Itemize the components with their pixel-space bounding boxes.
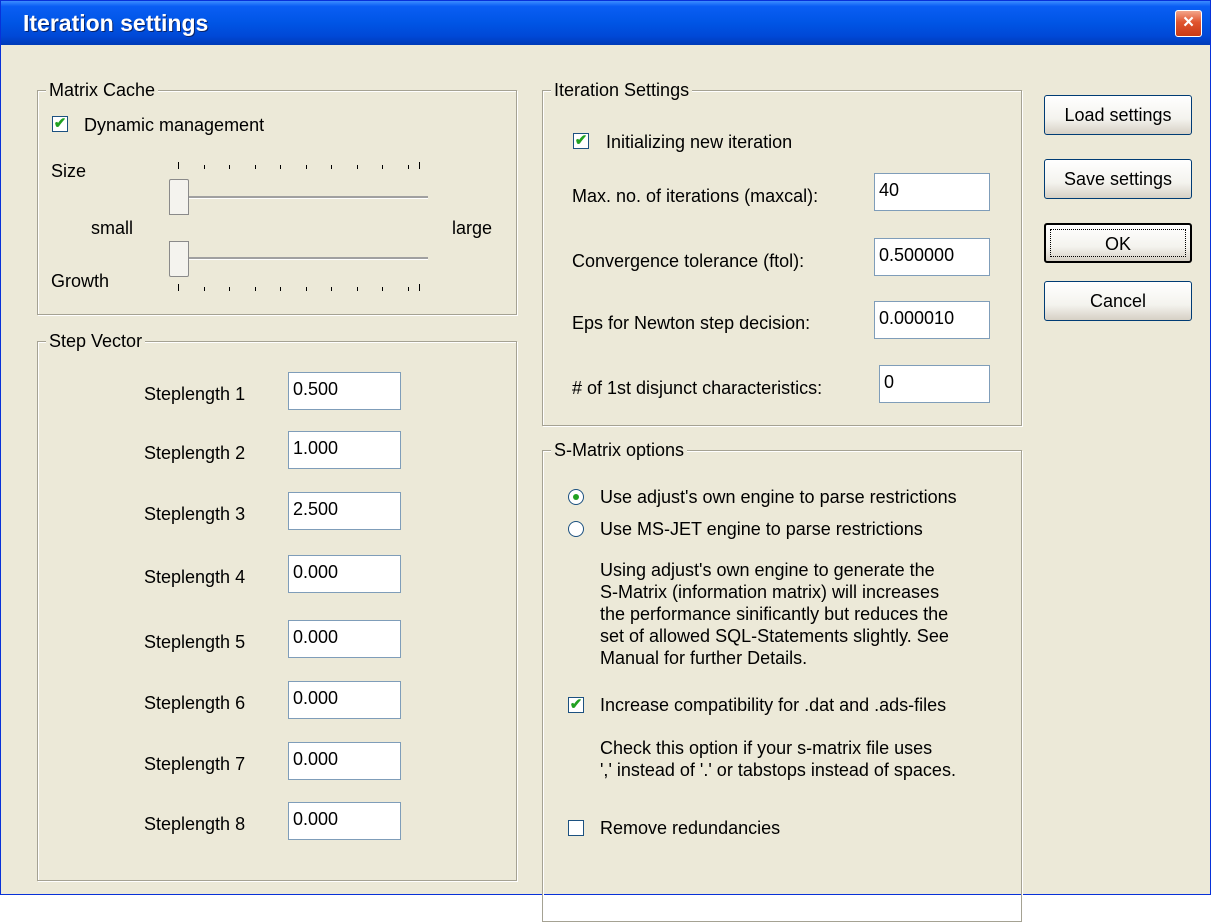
description-line: Using adjust's own engine to generate th… <box>600 560 935 580</box>
save-settings-button[interactable]: Save settings <box>1044 159 1192 199</box>
steplength-label: Steplength 1 <box>144 384 246 404</box>
steplength-label: Steplength 3 <box>144 504 246 524</box>
description-line: Check this option if your s-matrix file … <box>600 738 933 758</box>
growth-slider-track[interactable] <box>178 257 428 260</box>
title-bar[interactable]: Iteration settings × <box>1 1 1210 45</box>
steplength-input[interactable]: 0.500 <box>288 372 401 410</box>
own-engine-radio[interactable] <box>568 489 584 505</box>
size-label: Size <box>51 161 87 181</box>
load-settings-button[interactable]: Load settings <box>1044 95 1192 135</box>
remove-redundancies-label[interactable]: Remove redundancies <box>600 818 780 839</box>
steplength-label: Steplength 8 <box>144 814 246 834</box>
maxcal-input[interactable]: 40 <box>874 173 990 211</box>
msjet-engine-label[interactable]: Use MS-JET engine to parse restrictions <box>600 519 923 540</box>
initializing-label[interactable]: Initializing new iteration <box>606 132 792 153</box>
ftol-input[interactable]: 0.500000 <box>874 238 990 276</box>
focus-rect <box>1050 229 1186 257</box>
initializing-checkbox[interactable]: ✔ <box>573 132 589 149</box>
check-icon: ✔ <box>574 132 588 149</box>
msjet-engine-radio[interactable] <box>568 521 584 537</box>
description-line: S-Matrix (information matrix) will incre… <box>600 582 940 602</box>
dynamic-management-label[interactable]: Dynamic management <box>84 115 264 136</box>
matrix-cache-legend: Matrix Cache <box>46 79 159 101</box>
steplength-input[interactable]: 2.500 <box>288 492 401 530</box>
check-icon: ✔ <box>53 115 67 132</box>
size-slider-track[interactable] <box>178 196 428 199</box>
description-line: set of allowed SQL-Statements slightly. … <box>600 626 949 646</box>
steplength-input[interactable]: 0.000 <box>288 742 401 780</box>
steplength-label: Steplength 5 <box>144 632 246 652</box>
steplength-label: Steplength 6 <box>144 693 246 713</box>
steplength-input[interactable]: 0.000 <box>288 555 401 593</box>
eps-input[interactable]: 0.000010 <box>874 301 990 339</box>
iteration-settings-group: Iteration Settings ✔ Initializing new it… <box>542 79 1022 426</box>
step-vector-group: Step Vector Steplength 1 0.500 Steplengt… <box>37 330 517 881</box>
description-line: ',' instead of '.' or tabstops instead o… <box>600 760 956 780</box>
s-matrix-legend: S-Matrix options <box>551 439 688 461</box>
steplength-label: Steplength 4 <box>144 567 246 587</box>
size-slider-thumb[interactable] <box>169 179 189 215</box>
remove-redundancies-checkbox[interactable] <box>568 820 584 836</box>
compatibility-label[interactable]: Increase compatibility for .dat and .ads… <box>600 695 946 716</box>
compatibility-checkbox[interactable]: ✔ <box>568 696 584 713</box>
s-matrix-options-group: S-Matrix options Use adjust's own engine… <box>542 439 1022 922</box>
steplength-input[interactable]: 0.000 <box>288 802 401 840</box>
growth-label: Growth <box>51 271 110 291</box>
iteration-settings-legend: Iteration Settings <box>551 79 693 101</box>
step-vector-legend: Step Vector <box>46 330 146 352</box>
steplength-input[interactable]: 0.000 <box>288 681 401 719</box>
disjunct-label: # of 1st disjunct characteristics: <box>572 378 823 398</box>
radio-selected-dot <box>573 494 579 500</box>
dynamic-management-checkbox[interactable]: ✔ <box>52 115 68 132</box>
engine-description: Using adjust's own engine to generate th… <box>600 559 949 669</box>
growth-slider-thumb[interactable] <box>169 241 189 277</box>
check-icon: ✔ <box>569 696 583 713</box>
ok-button[interactable]: OK <box>1044 223 1192 263</box>
steplength-label: Steplength 7 <box>144 754 246 774</box>
steplength-label: Steplength 2 <box>144 443 246 463</box>
dialog-window: Iteration settings × Matrix Cache ✔ Dyna… <box>0 0 1211 922</box>
steplength-input[interactable]: 0.000 <box>288 620 401 658</box>
small-label: small <box>91 218 134 238</box>
eps-label: Eps for Newton step decision: <box>572 313 811 333</box>
close-icon[interactable]: × <box>1175 10 1202 37</box>
own-engine-label[interactable]: Use adjust's own engine to parse restric… <box>600 487 957 508</box>
large-label: large <box>452 218 493 238</box>
matrix-cache-group: Matrix Cache ✔ Dynamic management Size s… <box>37 79 517 315</box>
maxcal-label: Max. no. of iterations (maxcal): <box>572 186 819 206</box>
compatibility-description: Check this option if your s-matrix file … <box>600 737 956 781</box>
disjunct-input[interactable]: 0 <box>879 365 990 403</box>
cancel-button[interactable]: Cancel <box>1044 281 1192 321</box>
window-title: Iteration settings <box>23 10 209 36</box>
description-line: the performance sinificantly but reduces… <box>600 604 949 624</box>
description-line: Manual for further Details. <box>600 648 808 668</box>
steplength-input[interactable]: 1.000 <box>288 431 401 469</box>
ftol-label: Convergence tolerance (ftol): <box>572 251 805 271</box>
